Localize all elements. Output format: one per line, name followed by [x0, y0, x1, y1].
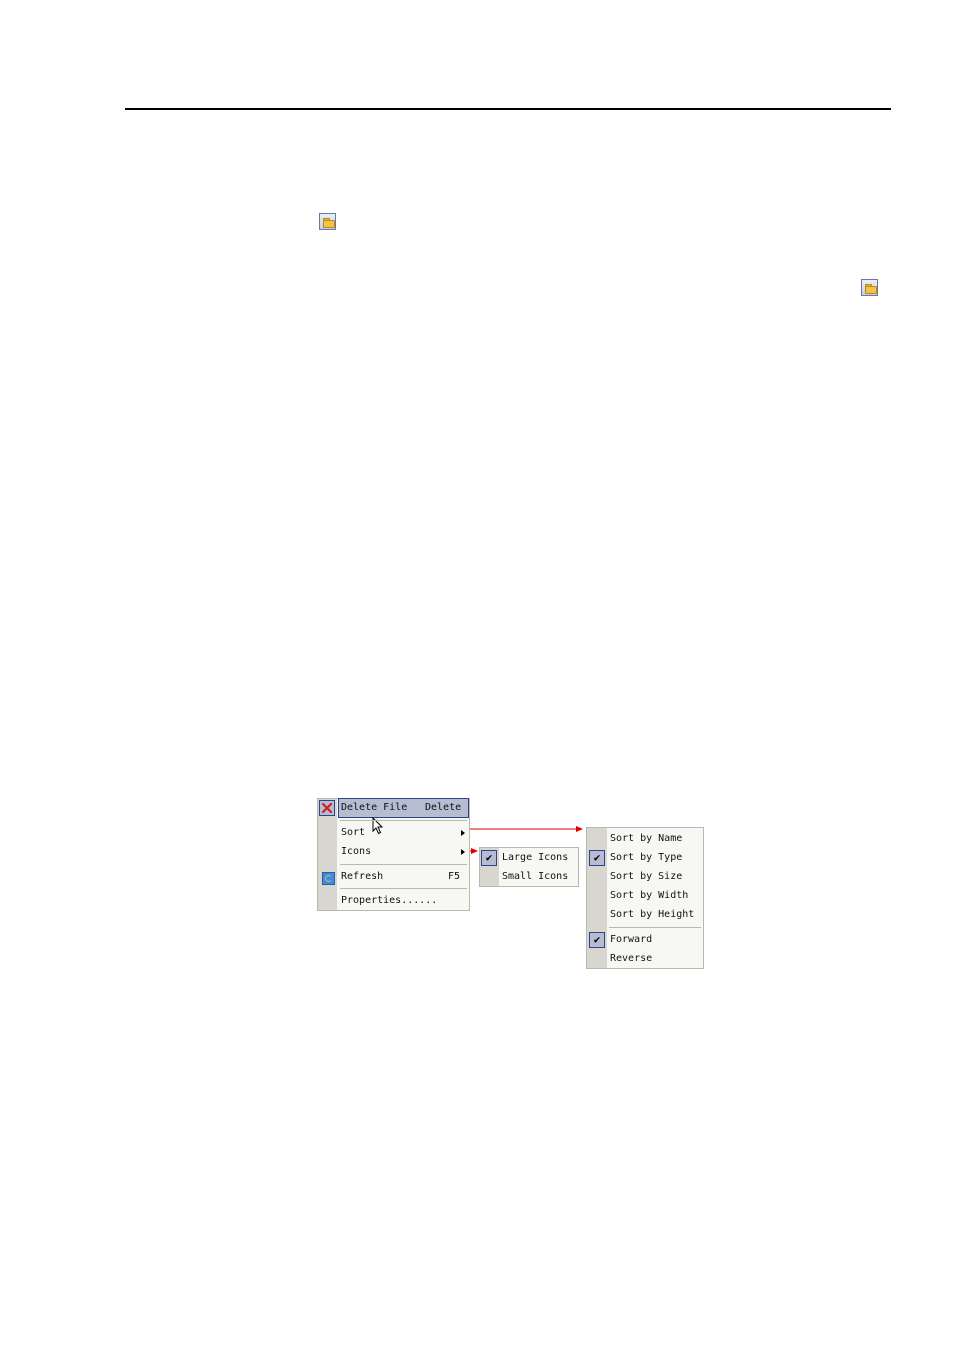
- menu-item-refresh[interactable]: Refresh F5: [318, 868, 469, 886]
- sort-connector-arrowhead: [576, 826, 583, 832]
- delete-x-icon: [319, 800, 335, 816]
- menu-item-label: Forward: [610, 934, 653, 945]
- menu-item-shortcut: F5: [448, 871, 461, 882]
- menu-item-small-icons[interactable]: Small Icons: [480, 868, 578, 886]
- context-menu: Delete File Delete Sort Icons Refresh F5…: [317, 798, 470, 911]
- menu-item-sort-by-width[interactable]: Sort by Width: [587, 887, 703, 905]
- menu-item-shortcut: Delete: [425, 802, 462, 813]
- sort-submenu: Sort by Name ✔ Sort by Type Sort by Size…: [586, 827, 704, 969]
- refresh-icon: [322, 872, 335, 885]
- menu-separator: [340, 864, 467, 865]
- menu-item-label: Sort by Height: [610, 909, 695, 920]
- check-icon: ✔: [589, 932, 605, 948]
- menu-item-label: Sort: [341, 827, 366, 838]
- menu-item-label: Delete File: [341, 802, 408, 813]
- menu-item-label: Reverse: [610, 953, 653, 964]
- menu-item-sort-by-size[interactable]: Sort by Size: [587, 868, 703, 886]
- check-icon: ✔: [481, 850, 497, 866]
- submenu-arrow-icon: [461, 830, 465, 836]
- menu-item-label: Refresh: [341, 871, 384, 882]
- menu-item-forward[interactable]: ✔ Forward: [587, 931, 703, 949]
- submenu-arrow-icon: [461, 849, 465, 855]
- menu-item-label: Icons: [341, 846, 372, 857]
- menu-item-delete-file[interactable]: Delete File Delete: [338, 798, 469, 818]
- menu-item-properties[interactable]: Properties......: [318, 892, 469, 910]
- menu-item-label: Small Icons: [502, 871, 569, 882]
- connector-arrows: [470, 826, 583, 854]
- menu-item-label: Properties......: [341, 895, 438, 906]
- menu-item-label: Large Icons: [502, 852, 569, 863]
- folder-open-icon[interactable]: [319, 213, 336, 230]
- menu-item-sort[interactable]: Sort: [318, 824, 469, 842]
- menu-item-sort-by-type[interactable]: ✔ Sort by Type: [587, 849, 703, 867]
- menu-item-label: Sort by Size: [610, 871, 683, 882]
- menu-separator: [340, 888, 467, 889]
- header-rule: [125, 108, 891, 110]
- menu-item-reverse[interactable]: Reverse: [587, 950, 703, 968]
- menu-item-icons[interactable]: Icons: [318, 843, 469, 861]
- menu-item-label: Sort by Name: [610, 833, 683, 844]
- menu-item-sort-by-name[interactable]: Sort by Name: [587, 830, 703, 848]
- icons-connector-arrowhead: [471, 848, 478, 854]
- menu-item-label: Sort by Width: [610, 890, 689, 901]
- menu-separator: [340, 820, 467, 821]
- menu-item-large-icons[interactable]: ✔ Large Icons: [480, 849, 578, 867]
- menu-separator: [609, 927, 701, 928]
- menu-item-sort-by-height[interactable]: Sort by Height: [587, 906, 703, 924]
- icons-submenu: ✔ Large Icons Small Icons: [479, 847, 579, 887]
- check-icon: ✔: [589, 850, 605, 866]
- menu-item-label: Sort by Type: [610, 852, 683, 863]
- folder-open-icon[interactable]: [861, 279, 878, 296]
